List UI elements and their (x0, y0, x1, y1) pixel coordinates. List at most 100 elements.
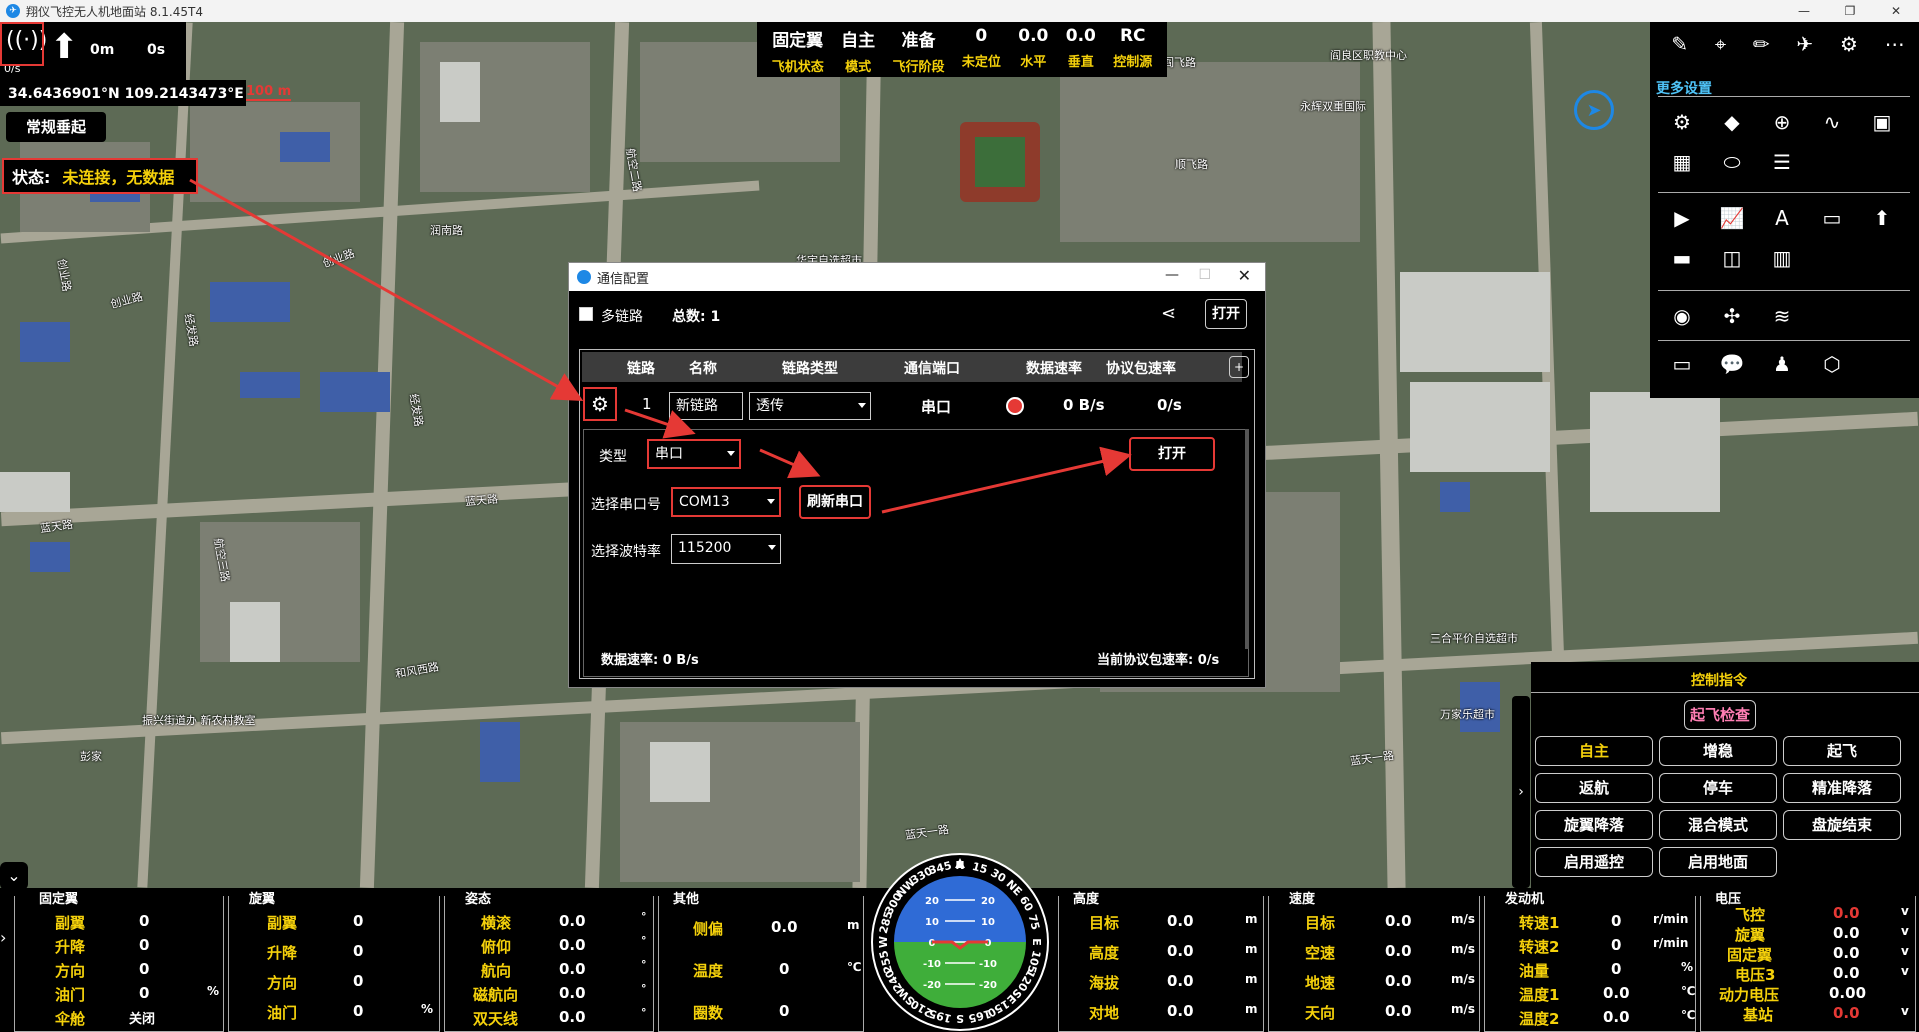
row-unit: v (1901, 1004, 1909, 1018)
row-label: 旋翼 (1735, 926, 1766, 944)
panel-fixed-wing: 固定翼 副翼 0 升降 0 方向 0 油门 0% 伞舱 关闭 (14, 892, 224, 1032)
row-unit: ℃ (1681, 984, 1696, 998)
row-label: 转速1 (1519, 914, 1560, 932)
row-label: 转速2 (1519, 938, 1560, 956)
arrow-to-refresh (759, 448, 821, 479)
row-unit: % (1681, 960, 1694, 974)
return-button[interactable]: 返航 (1535, 773, 1653, 803)
enable-rc-button[interactable]: 启用遥控 (1535, 847, 1653, 877)
row-unit: m/s (1451, 972, 1476, 986)
row-value: 0 (353, 1002, 364, 1020)
row-label: 升降 (55, 938, 86, 956)
takeoff-button[interactable]: 起飞 (1783, 736, 1901, 766)
panel-engine: 发动机 转速1 0 r/min 转速2 0 r/min 油量 0% 温度1 0.0 ℃ 温度2… (1484, 892, 1696, 1032)
pitch-ladder-label: 10 (981, 917, 995, 928)
preflight-check-button[interactable]: 起飞检查 (1684, 700, 1756, 730)
row-label: 磁航向 (473, 986, 519, 1004)
row-label: 副翼 (267, 914, 298, 932)
row-unit: m/s (1451, 912, 1476, 926)
row-unit: v (1901, 924, 1909, 938)
row-value: 0.00 (1829, 984, 1867, 1002)
enable-ground-button[interactable]: 启用地面 (1659, 847, 1777, 877)
row-value: 0 (1611, 912, 1622, 930)
row-label: 油量 (1519, 962, 1550, 980)
row-value: 0 (139, 912, 150, 930)
row-value: 0.0 (1833, 1004, 1860, 1022)
attitude-indicator: N1530NE6075E105120SE150165S195210SW24025… (871, 853, 1049, 1031)
stabilize-button[interactable]: 增稳 (1659, 736, 1777, 766)
row-value: 0 (779, 1002, 790, 1020)
row-label: 飞控 (1735, 906, 1766, 924)
row-label: 空速 (1305, 944, 1336, 962)
row-unit: ° (641, 910, 647, 923)
expand-left-icon[interactable]: › (0, 928, 12, 988)
pitch-ladder-label: 20 (925, 896, 939, 907)
row-label: 地速 (1305, 974, 1336, 992)
arrow-to-type (624, 408, 696, 439)
row-unit: ° (641, 1006, 647, 1019)
rotor-land-button[interactable]: 旋翼降落 (1535, 810, 1653, 840)
row-value: 0.0 (1833, 944, 1860, 962)
row-unit: v (1901, 904, 1909, 918)
row-unit: m (1245, 972, 1258, 986)
panel-title: 姿态 (465, 892, 492, 907)
panel-rotor: 旋翼 副翼 0 升降 0 方向 0 油门 0% (228, 892, 440, 1032)
row-label: 对地 (1089, 1004, 1120, 1022)
hybrid-mode-button[interactable]: 混合模式 (1659, 810, 1777, 840)
row-unit: ℃ (1681, 1008, 1696, 1022)
pitch-ladder-label: -10 (923, 959, 941, 970)
control-title: 控制指令 (1691, 673, 1747, 689)
row-value: 0.0 (559, 960, 586, 978)
row-unit: r/min (1653, 912, 1689, 926)
arrow-to-open (881, 446, 1132, 514)
row-label: 固定翼 (1727, 946, 1773, 964)
pitch-ladder-label: -10 (979, 959, 997, 970)
row-unit: % (421, 1002, 434, 1016)
control-panel-toggle[interactable]: › (1512, 696, 1530, 888)
auto-button[interactable]: 自主 (1535, 736, 1653, 766)
panel-other: 其他 侧偏 0.0 m 温度 0 ℃ 圈数 0 (658, 892, 864, 1032)
row-value: 0.0 (1833, 904, 1860, 922)
row-label: 基站 (1743, 1006, 1774, 1024)
row-label: 副翼 (55, 914, 86, 932)
row-value: 0.0 (1167, 942, 1194, 960)
row-label: 双天线 (473, 1010, 519, 1028)
row-value: 0 (139, 984, 150, 1002)
panel-attitude: 姿态 横滚 0.0 ° 俯仰 0.0 ° 航向 0.0 ° 磁航向 0.0 ° 双天线 0.0 ° (444, 892, 654, 1032)
row-label: 横滚 (481, 914, 512, 932)
row-label: 温度 (693, 962, 724, 980)
row-unit: ℃ (847, 960, 862, 974)
stop-button[interactable]: 停车 (1659, 773, 1777, 803)
row-label: 高度 (1089, 944, 1120, 962)
row-unit: m (1245, 1002, 1258, 1016)
precision-land-button[interactable]: 精准降落 (1783, 773, 1901, 803)
row-value: 0.0 (1603, 984, 1630, 1002)
compass-label: E (1030, 938, 1043, 946)
row-value: 0.0 (1167, 972, 1194, 990)
row-value: 0.0 (1603, 1008, 1630, 1026)
row-label: 方向 (267, 974, 298, 992)
row-value: 0.0 (1833, 924, 1860, 942)
row-value: 0.0 (771, 918, 798, 936)
row-label: 俯仰 (481, 938, 512, 956)
row-value: 0.0 (1833, 964, 1860, 982)
panel-power: 电压 飞控 0.0 v 旋翼 0.0 v 固定翼 0.0 v 电压3 0.0 v 动力电压 0.0… (1700, 892, 1916, 1032)
row-value: 关闭 (129, 1012, 156, 1027)
row-value: 0.0 (559, 936, 586, 954)
panel-speed: 速度 目标 0.0 m/s 空速 0.0 m/s 地速 0.0 m/s 天向 0.0 m/s (1268, 892, 1480, 1032)
pitch-ladder-label: -20 (923, 980, 941, 991)
row-value: 0.0 (1385, 912, 1412, 930)
row-value: 0 (1611, 960, 1622, 978)
row-value: 0 (353, 972, 364, 990)
panel-title: 发动机 (1505, 892, 1545, 907)
row-value: 0 (353, 942, 364, 960)
panel-title: 速度 (1289, 892, 1316, 907)
collapse-panel-icon[interactable]: ⌄ (0, 862, 28, 890)
pitch-ladder-label: 20 (981, 896, 995, 907)
row-value: 0.0 (1385, 972, 1412, 990)
row-value: 0 (139, 960, 150, 978)
row-label: 伞舱 (55, 1010, 86, 1028)
row-label: 温度2 (1519, 1010, 1560, 1028)
row-value: 0.0 (559, 1008, 586, 1026)
loiter-end-button[interactable]: 盘旋结束 (1783, 810, 1901, 840)
